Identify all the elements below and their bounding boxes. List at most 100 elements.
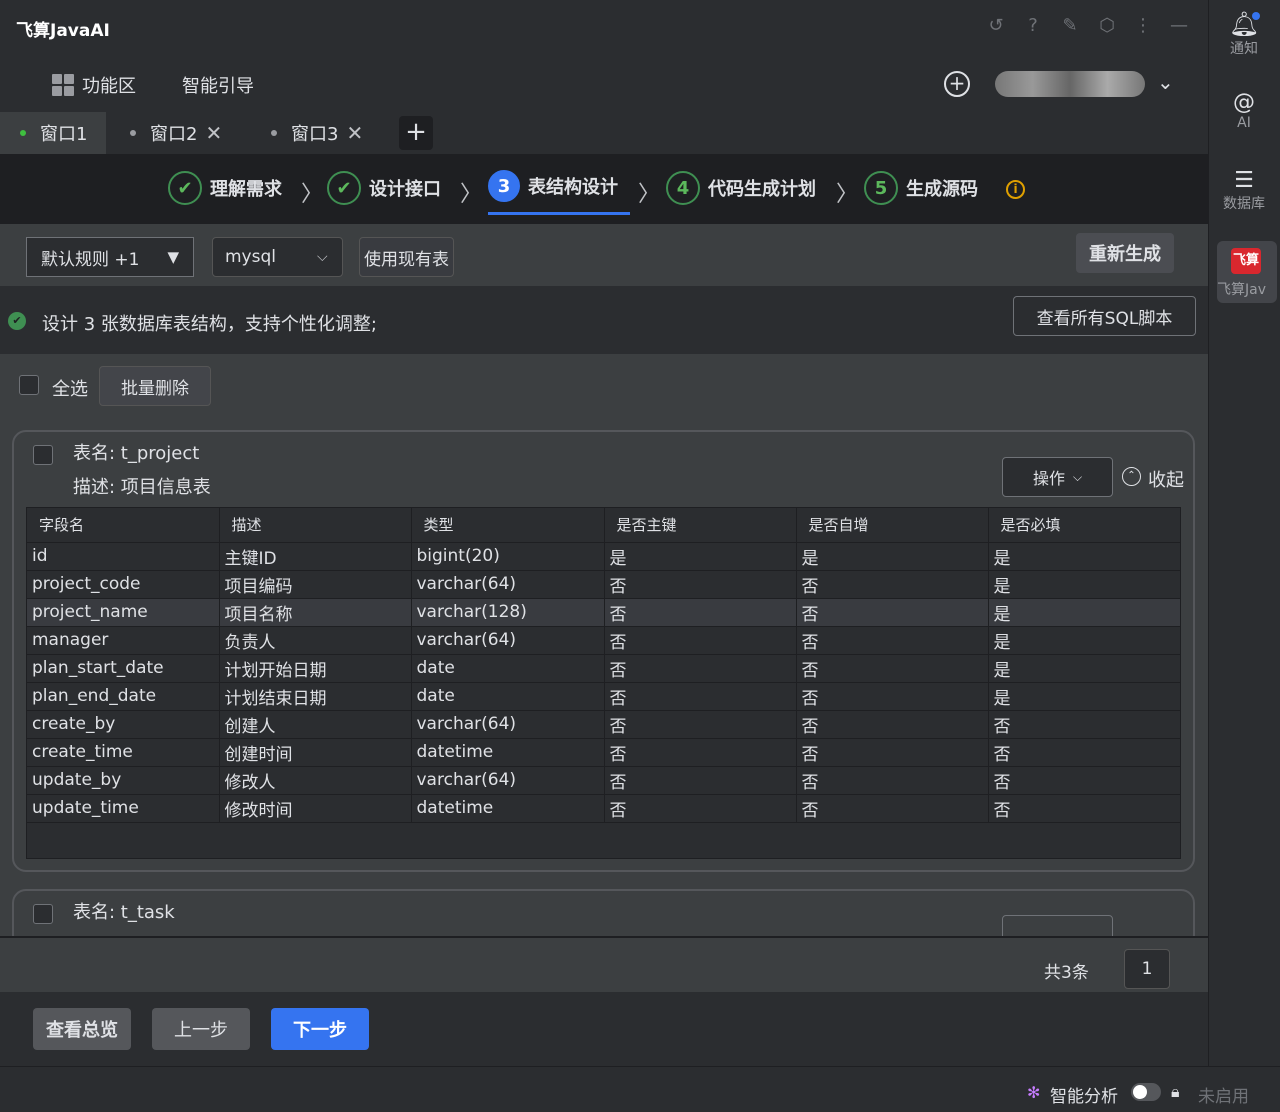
prev-step-button[interactable]: 上一步 [152, 1008, 250, 1050]
table-cell: 否 [604, 738, 797, 767]
db-select[interactable]: mysql ⌵ [212, 237, 343, 277]
table-cell: 否 [796, 766, 989, 795]
step-1[interactable]: ✔ 理解需求 [168, 170, 282, 206]
history-icon[interactable]: ↺ [984, 14, 1008, 38]
table-cell: 否 [796, 710, 989, 739]
chevron-down-icon[interactable]: ⌄ [1157, 70, 1174, 94]
rule-select-value: 默认规则 +1 [41, 249, 140, 270]
step-4[interactable]: 4 代码生成计划 [666, 170, 816, 206]
table-row[interactable]: create_by 创建人 varchar(64) 否否否 [27, 710, 1181, 739]
table-row[interactable]: update_time 修改时间 datetime 否否否 [27, 794, 1181, 823]
menu-function-area-label: 功能区 [82, 76, 136, 97]
database-item[interactable]: ☰ 数据库 [1208, 168, 1280, 213]
use-existing-table-button[interactable]: 使用现有表 [359, 237, 454, 277]
step-label: 生成源码 [906, 179, 978, 200]
triangle-down-icon: ▼ [167, 248, 179, 266]
table-cell: 计划结束日期 [219, 682, 412, 711]
table-row[interactable]: id 主键ID bigint(20) 是是是 [27, 542, 1181, 571]
chevron-right-icon: 〉 [460, 182, 483, 207]
ai-swirl-icon: @ [1233, 90, 1255, 115]
table-cell: 否 [988, 738, 1181, 767]
table-cell: varchar(64) [411, 626, 605, 655]
tab-window-3[interactable]: 窗口3 ✕ [271, 112, 363, 154]
table-cell: plan_start_date [27, 654, 220, 683]
rail-label: 数据库 [1223, 196, 1265, 212]
column-header: 是否自增 [796, 508, 989, 543]
feisuan-item[interactable]: 飞算 飞算Jav [1217, 241, 1277, 303]
table-cell: varchar(64) [411, 766, 605, 795]
minimize-icon[interactable]: — [1167, 14, 1191, 38]
collapse-label[interactable]: 收起 [1148, 466, 1184, 492]
add-tab-button[interactable]: + [399, 116, 433, 150]
menu-smart-guide[interactable]: 智能引导 [182, 72, 254, 98]
user-avatar-blurred[interactable] [995, 71, 1145, 97]
table-cell: 否 [604, 654, 797, 683]
table-cell: 否 [796, 738, 989, 767]
notifications-item[interactable]: 🔔︎ 通知 [1208, 10, 1280, 58]
action-dropdown[interactable]: 操作 ⌵ [1002, 457, 1113, 497]
table-row[interactable]: plan_end_date 计划结束日期 date 否否是 [27, 682, 1181, 711]
table-cell: 是 [988, 598, 1181, 627]
action-label: 操作 [1032, 469, 1065, 488]
tab-window-1[interactable]: 窗口1 [0, 112, 106, 154]
analysis-toggle[interactable] [1131, 1083, 1161, 1101]
view-sql-button[interactable]: 查看所有SQL脚本 [1013, 296, 1196, 336]
regenerate-button[interactable]: 重新生成 [1076, 233, 1174, 273]
close-icon[interactable]: ✕ [205, 121, 222, 145]
select-all-checkbox[interactable] [19, 375, 39, 395]
step-2[interactable]: ✔ 设计接口 [327, 170, 441, 206]
next-step-button[interactable]: 下一步 [271, 1008, 369, 1050]
db-select-value: mysql [225, 247, 276, 267]
edit-icon[interactable]: ✎ [1058, 14, 1082, 38]
table-checkbox[interactable] [33, 445, 53, 465]
chevron-right-icon: 〉 [301, 182, 324, 207]
column-header: 类型 [411, 508, 605, 543]
table-row[interactable]: project_name 项目名称 varchar(128) 否否是 [27, 598, 1181, 627]
database-icon: ☰ [1234, 168, 1254, 193]
table-cell: datetime [411, 738, 605, 767]
ai-item[interactable]: @ AI [1208, 90, 1280, 131]
collapse-icon[interactable]: ⌃ [1122, 467, 1141, 486]
table-cell: manager [27, 626, 220, 655]
feisuan-logo-icon: 飞算 [1231, 248, 1261, 274]
grid-icon [52, 74, 74, 96]
app-title: 飞算JavaAI [16, 21, 110, 41]
table-cell: 主键ID [219, 542, 412, 571]
table-cell: 修改时间 [219, 794, 412, 823]
settings-icon[interactable]: ⬡ [1095, 14, 1119, 38]
table-row[interactable]: plan_start_date 计划开始日期 date 否否是 [27, 654, 1181, 683]
add-circle-icon[interactable]: + [944, 71, 970, 97]
table-cell: 否 [604, 682, 797, 711]
step-label: 理解需求 [210, 179, 282, 200]
table-cell: varchar(64) [411, 710, 605, 739]
table-row[interactable]: project_code 项目编码 varchar(64) 否否是 [27, 570, 1181, 599]
table-cell: 否 [988, 766, 1181, 795]
table-cell: 计划开始日期 [219, 654, 412, 683]
table-cell: 否 [604, 766, 797, 795]
menu-function-area[interactable]: 功能区 [52, 72, 136, 98]
lock-icon: 🔒︎ [1171, 1082, 1180, 1101]
active-dot-icon [20, 130, 26, 136]
table-cell: 是 [988, 542, 1181, 571]
table-cell: date [411, 654, 605, 683]
analysis-icon: ✻ [1027, 1083, 1041, 1102]
page-number[interactable]: 1 [1124, 949, 1170, 989]
table-row[interactable]: create_time 创建时间 datetime 否否否 [27, 738, 1181, 767]
tab-window-2[interactable]: 窗口2 ✕ [130, 112, 222, 154]
help-icon[interactable]: ? [1021, 14, 1045, 38]
tab-label: 窗口1 [40, 124, 88, 145]
view-overview-button[interactable]: 查看总览 [33, 1008, 131, 1050]
table-cell: update_time [27, 794, 220, 823]
table-checkbox[interactable] [33, 904, 53, 924]
info-icon[interactable]: i [1006, 180, 1025, 199]
step-5[interactable]: 5 生成源码 [864, 170, 978, 206]
table-cell: 是 [796, 542, 989, 571]
step-label: 设计接口 [369, 179, 441, 200]
table-row[interactable]: update_by 修改人 varchar(64) 否否否 [27, 766, 1181, 795]
batch-delete-button[interactable]: 批量删除 [99, 366, 211, 406]
close-icon[interactable]: ✕ [346, 121, 363, 145]
step-3-active[interactable]: 3 表结构设计 [488, 168, 618, 204]
table-row[interactable]: manager 负责人 varchar(64) 否否是 [27, 626, 1181, 655]
more-icon[interactable]: ⋮ [1131, 14, 1155, 38]
rule-select[interactable]: 默认规则 +1 ▼ [26, 237, 194, 277]
